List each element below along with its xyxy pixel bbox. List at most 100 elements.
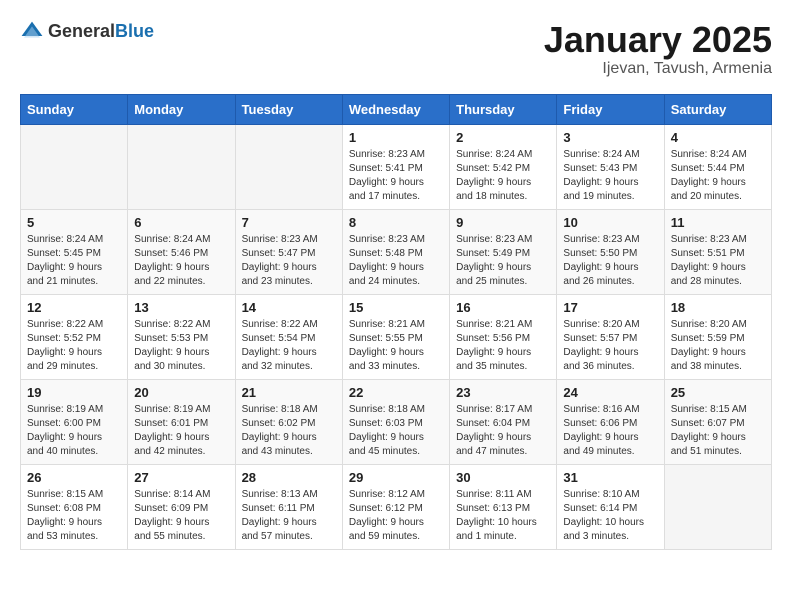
day-info: Sunrise: 8:23 AM Sunset: 5:47 PM Dayligh… — [242, 233, 336, 289]
calendar-cell — [128, 124, 235, 209]
day-info: Sunrise: 8:20 AM Sunset: 5:57 PM Dayligh… — [563, 318, 657, 374]
calendar-header: GeneralBlue January 2025 Ijevan, Tavush,… — [20, 20, 772, 78]
day-info: Sunrise: 8:15 AM Sunset: 6:08 PM Dayligh… — [27, 488, 121, 544]
calendar-cell: 20 Sunrise: 8:19 AM Sunset: 6:01 PM Dayli… — [128, 379, 235, 464]
day-info: Sunrise: 8:19 AM Sunset: 6:00 PM Dayligh… — [27, 403, 121, 459]
day-info: Sunrise: 8:17 AM Sunset: 6:04 PM Dayligh… — [456, 403, 550, 459]
day-info: Sunrise: 8:22 AM Sunset: 5:53 PM Dayligh… — [134, 318, 228, 374]
calendar-cell — [21, 124, 128, 209]
day-info: Sunrise: 8:22 AM Sunset: 5:52 PM Dayligh… — [27, 318, 121, 374]
calendar-cell: 26Sunrise: 8:15 AM Sunset: 6:08 PM Dayli… — [21, 464, 128, 549]
day-info: Sunrise: 8:14 AM Sunset: 6:09 PM Dayligh… — [134, 488, 228, 544]
day-number: 12 — [27, 300, 121, 315]
calendar-cell: 27Sunrise: 8:14 AM Sunset: 6:09 PM Dayli… — [128, 464, 235, 549]
day-info: Sunrise: 8:24 AM Sunset: 5:42 PM Dayligh… — [456, 148, 550, 204]
calendar-cell: 6 Sunrise: 8:24 AM Sunset: 5:46 PM Daylig… — [128, 209, 235, 294]
day-of-week-header: Friday — [557, 94, 664, 124]
calendar-subtitle: Ijevan, Tavush, Armenia — [544, 60, 772, 78]
calendar-cell: 13 Sunrise: 8:22 AM Sunset: 5:53 PM Dayli… — [128, 294, 235, 379]
day-number: 7 — [242, 215, 336, 230]
day-of-week-header: Sunday — [21, 94, 128, 124]
day-info: Sunrise: 8:12 AM Sunset: 6:12 PM Dayligh… — [349, 488, 443, 544]
day-number: 15 — [349, 300, 443, 315]
day-of-week-header: Tuesday — [235, 94, 342, 124]
calendar-cell: 14 Sunrise: 8:22 AM Sunset: 5:54 PM Dayli… — [235, 294, 342, 379]
calendar-cell: 10Sunrise: 8:23 AM Sunset: 5:50 PM Dayli… — [557, 209, 664, 294]
day-info: Sunrise: 8:24 AM Sunset: 5:44 PM Dayligh… — [671, 148, 765, 204]
day-info: Sunrise: 8:18 AM Sunset: 6:02 PM Dayligh… — [242, 403, 336, 459]
calendar-cell: 22Sunrise: 8:18 AM Sunset: 6:03 PM Dayli… — [342, 379, 449, 464]
calendar-cell: 28 Sunrise: 8:13 AM Sunset: 6:11 PM Dayli… — [235, 464, 342, 549]
day-of-week-header: Saturday — [664, 94, 771, 124]
calendar-cell: 24 Sunrise: 8:16 AM Sunset: 6:06 PM Dayli… — [557, 379, 664, 464]
calendar-cell: 3 Sunrise: 8:24 AM Sunset: 5:43 PM Daylig… — [557, 124, 664, 209]
calendar-cell: 17Sunrise: 8:20 AM Sunset: 5:57 PM Dayli… — [557, 294, 664, 379]
day-info: Sunrise: 8:10 AM Sunset: 6:14 PM Dayligh… — [563, 488, 657, 544]
logo-general-text: General — [48, 21, 115, 41]
day-number: 1 — [349, 130, 443, 145]
day-number: 24 — [563, 385, 657, 400]
calendar-cell: 7 Sunrise: 8:23 AM Sunset: 5:47 PM Daylig… — [235, 209, 342, 294]
day-number: 25 — [671, 385, 765, 400]
day-number: 18 — [671, 300, 765, 315]
calendar-header-row: SundayMondayTuesdayWednesdayThursdayFrid… — [21, 94, 772, 124]
day-info: Sunrise: 8:21 AM Sunset: 5:55 PM Dayligh… — [349, 318, 443, 374]
calendar-cell: 23 Sunrise: 8:17 AM Sunset: 6:04 PM Dayli… — [450, 379, 557, 464]
calendar-cell: 25 Sunrise: 8:15 AM Sunset: 6:07 PM Dayli… — [664, 379, 771, 464]
calendar-table: SundayMondayTuesdayWednesdayThursdayFrid… — [20, 94, 772, 550]
day-info: Sunrise: 8:16 AM Sunset: 6:06 PM Dayligh… — [563, 403, 657, 459]
calendar-cell: 11 Sunrise: 8:23 AM Sunset: 5:51 PM Dayli… — [664, 209, 771, 294]
day-number: 8 — [349, 215, 443, 230]
day-of-week-header: Wednesday — [342, 94, 449, 124]
calendar-cell: 8 Sunrise: 8:23 AM Sunset: 5:48 PM Daylig… — [342, 209, 449, 294]
day-number: 28 — [242, 470, 336, 485]
calendar-cell — [235, 124, 342, 209]
calendar-cell: 4 Sunrise: 8:24 AM Sunset: 5:44 PM Daylig… — [664, 124, 771, 209]
title-area: January 2025 Ijevan, Tavush, Armenia — [544, 20, 772, 78]
calendar-cell: 21Sunrise: 8:18 AM Sunset: 6:02 PM Dayli… — [235, 379, 342, 464]
calendar-cell: 29 Sunrise: 8:12 AM Sunset: 6:12 PM Dayli… — [342, 464, 449, 549]
calendar-cell — [664, 464, 771, 549]
day-number: 13 — [134, 300, 228, 315]
day-number: 6 — [134, 215, 228, 230]
day-info: Sunrise: 8:24 AM Sunset: 5:43 PM Dayligh… — [563, 148, 657, 204]
day-number: 20 — [134, 385, 228, 400]
day-info: Sunrise: 8:13 AM Sunset: 6:11 PM Dayligh… — [242, 488, 336, 544]
day-info: Sunrise: 8:24 AM Sunset: 5:46 PM Dayligh… — [134, 233, 228, 289]
day-of-week-header: Monday — [128, 94, 235, 124]
day-info: Sunrise: 8:23 AM Sunset: 5:48 PM Dayligh… — [349, 233, 443, 289]
day-info: Sunrise: 8:23 AM Sunset: 5:51 PM Dayligh… — [671, 233, 765, 289]
day-of-week-header: Thursday — [450, 94, 557, 124]
day-number: 2 — [456, 130, 550, 145]
day-number: 3 — [563, 130, 657, 145]
day-info: Sunrise: 8:21 AM Sunset: 5:56 PM Dayligh… — [456, 318, 550, 374]
logo: GeneralBlue — [20, 20, 154, 44]
day-number: 31 — [563, 470, 657, 485]
calendar-cell: 19 Sunrise: 8:19 AM Sunset: 6:00 PM Dayli… — [21, 379, 128, 464]
logo-blue-text: Blue — [115, 21, 154, 41]
day-number: 29 — [349, 470, 443, 485]
day-number: 4 — [671, 130, 765, 145]
calendar-cell: 30 Sunrise: 8:11 AM Sunset: 6:13 PM Dayli… — [450, 464, 557, 549]
logo-icon — [20, 20, 44, 44]
calendar-cell: 2 Sunrise: 8:24 AM Sunset: 5:42 PM Daylig… — [450, 124, 557, 209]
day-number: 16 — [456, 300, 550, 315]
day-number: 9 — [456, 215, 550, 230]
calendar-cell: 15 Sunrise: 8:21 AM Sunset: 5:55 PM Dayli… — [342, 294, 449, 379]
day-info: Sunrise: 8:20 AM Sunset: 5:59 PM Dayligh… — [671, 318, 765, 374]
calendar-cell: 12 Sunrise: 8:22 AM Sunset: 5:52 PM Dayli… — [21, 294, 128, 379]
day-number: 5 — [27, 215, 121, 230]
day-info: Sunrise: 8:15 AM Sunset: 6:07 PM Dayligh… — [671, 403, 765, 459]
day-info: Sunrise: 8:23 AM Sunset: 5:50 PM Dayligh… — [563, 233, 657, 289]
day-number: 30 — [456, 470, 550, 485]
day-info: Sunrise: 8:23 AM Sunset: 5:41 PM Dayligh… — [349, 148, 443, 204]
day-info: Sunrise: 8:22 AM Sunset: 5:54 PM Dayligh… — [242, 318, 336, 374]
day-info: Sunrise: 8:11 AM Sunset: 6:13 PM Dayligh… — [456, 488, 550, 544]
day-info: Sunrise: 8:23 AM Sunset: 5:49 PM Dayligh… — [456, 233, 550, 289]
day-info: Sunrise: 8:19 AM Sunset: 6:01 PM Dayligh… — [134, 403, 228, 459]
day-number: 14 — [242, 300, 336, 315]
day-number: 23 — [456, 385, 550, 400]
calendar-cell: 5Sunrise: 8:24 AM Sunset: 5:45 PM Daylig… — [21, 209, 128, 294]
day-number: 19 — [27, 385, 121, 400]
day-number: 11 — [671, 215, 765, 230]
